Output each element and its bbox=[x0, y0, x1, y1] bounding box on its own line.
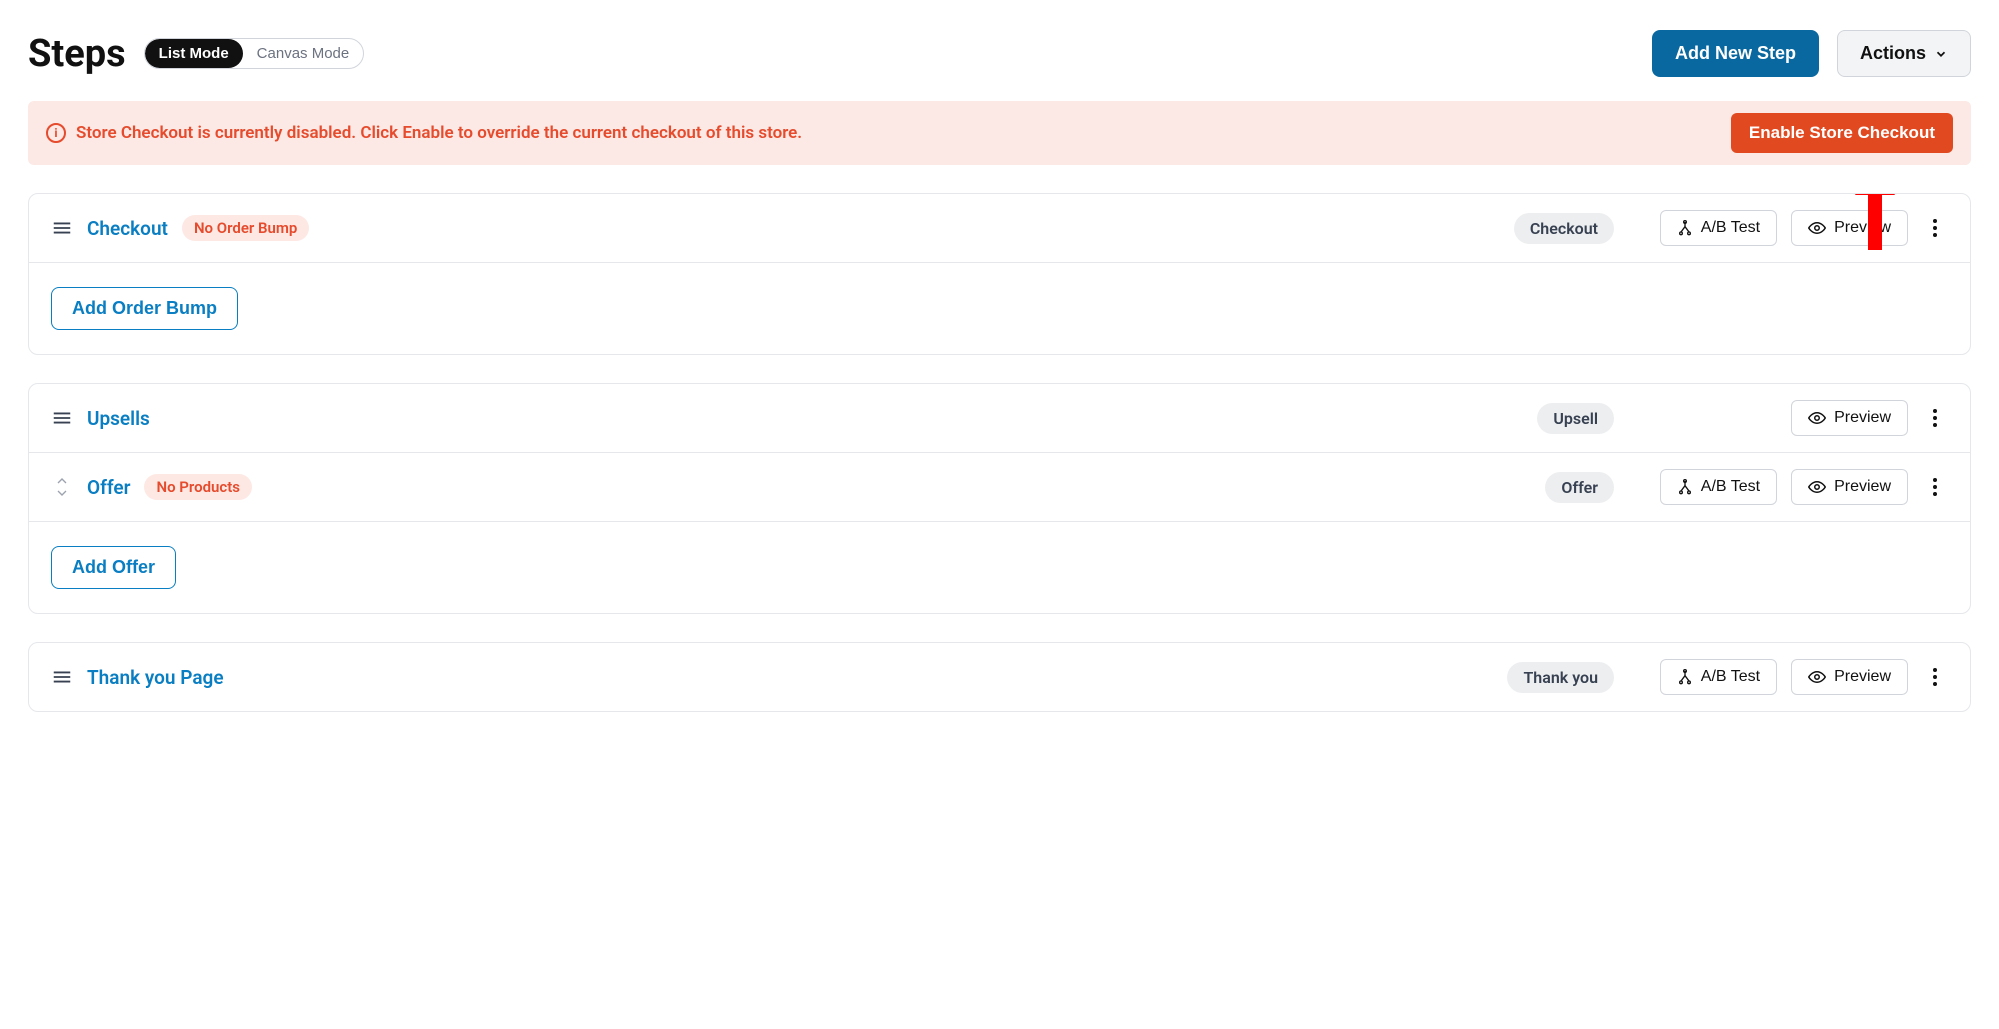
preview-label: Preview bbox=[1834, 219, 1891, 237]
preview-label: Preview bbox=[1834, 668, 1891, 686]
preview-button[interactable]: Preview bbox=[1791, 400, 1908, 436]
more-actions-button[interactable] bbox=[1922, 213, 1948, 243]
preview-label: Preview bbox=[1834, 478, 1891, 496]
chevron-down-icon bbox=[1934, 47, 1948, 61]
view-mode-toggle: List Mode Canvas Mode bbox=[144, 38, 365, 69]
ab-test-icon bbox=[1677, 669, 1693, 685]
add-row: Add Offer bbox=[29, 522, 1970, 613]
type-badge-upsell: Upsell bbox=[1537, 403, 1614, 434]
row-actions: A/B Test Preview bbox=[1628, 659, 1948, 695]
add-new-step-label: Add New Step bbox=[1675, 43, 1796, 64]
ab-test-label: A/B Test bbox=[1701, 668, 1760, 686]
canvas-mode-toggle[interactable]: Canvas Mode bbox=[243, 39, 364, 68]
drag-handle-icon[interactable] bbox=[51, 407, 73, 429]
ab-test-button[interactable]: A/B Test bbox=[1660, 659, 1777, 695]
ab-test-button[interactable]: A/B Test bbox=[1660, 469, 1777, 505]
type-badge-offer: Offer bbox=[1545, 472, 1614, 503]
preview-label: Preview bbox=[1834, 409, 1891, 427]
ab-test-label: A/B Test bbox=[1701, 478, 1760, 496]
preview-button[interactable]: Preview bbox=[1791, 469, 1908, 505]
eye-icon bbox=[1808, 668, 1826, 686]
drag-handle-icon[interactable] bbox=[51, 666, 73, 688]
preview-button[interactable]: Preview bbox=[1791, 210, 1908, 246]
step-row-checkout: Checkout No Order Bump Checkout A/B Test… bbox=[29, 194, 1970, 263]
more-actions-button[interactable] bbox=[1922, 403, 1948, 433]
reorder-arrows[interactable] bbox=[51, 476, 73, 498]
row-actions: Preview bbox=[1628, 400, 1948, 436]
step-card-thank-you: Thank you Page Thank you A/B Test Previe… bbox=[28, 642, 1971, 712]
type-badge-thank-you: Thank you bbox=[1507, 662, 1614, 693]
more-actions-button[interactable] bbox=[1922, 472, 1948, 502]
drag-handle-icon[interactable] bbox=[51, 217, 73, 239]
enable-store-checkout-button[interactable]: Enable Store Checkout bbox=[1731, 113, 1953, 153]
add-offer-button[interactable]: Add Offer bbox=[51, 546, 176, 589]
step-link-upsells[interactable]: Upsells bbox=[87, 407, 150, 430]
step-link-checkout[interactable]: Checkout bbox=[87, 217, 168, 240]
row-actions: A/B Test Preview bbox=[1628, 469, 1948, 505]
eye-icon bbox=[1808, 478, 1826, 496]
alert-message-text: Store Checkout is currently disabled. Cl… bbox=[76, 123, 802, 143]
alert-message-container: i Store Checkout is currently disabled. … bbox=[46, 123, 1719, 143]
page-header: Steps List Mode Canvas Mode Add New Step… bbox=[28, 30, 1971, 77]
ab-test-button[interactable]: A/B Test bbox=[1660, 210, 1777, 246]
step-subrow-offer: Offer No Products Offer A/B Test Preview bbox=[29, 453, 1970, 522]
add-row: Add Order Bump bbox=[29, 263, 1970, 354]
list-mode-toggle[interactable]: List Mode bbox=[145, 39, 243, 68]
warn-badge-no-order-bump: No Order Bump bbox=[182, 215, 309, 241]
eye-icon bbox=[1808, 409, 1826, 427]
preview-button[interactable]: Preview bbox=[1791, 659, 1908, 695]
type-badge-checkout: Checkout bbox=[1514, 213, 1614, 244]
actions-dropdown-button[interactable]: Actions bbox=[1837, 30, 1971, 77]
ab-test-label: A/B Test bbox=[1701, 219, 1760, 237]
step-link-offer[interactable]: Offer bbox=[87, 476, 130, 499]
info-icon: i bbox=[46, 123, 66, 143]
step-row-thank-you: Thank you Page Thank you A/B Test Previe… bbox=[29, 643, 1970, 711]
add-order-bump-button[interactable]: Add Order Bump bbox=[51, 287, 238, 330]
more-actions-button[interactable] bbox=[1922, 662, 1948, 692]
actions-label: Actions bbox=[1860, 43, 1926, 64]
step-card-upsells: Upsells Upsell Preview Offer No Products… bbox=[28, 383, 1971, 614]
step-card-checkout: Checkout No Order Bump Checkout A/B Test… bbox=[28, 193, 1971, 355]
step-row-upsells: Upsells Upsell Preview bbox=[29, 384, 1970, 453]
row-actions: A/B Test Preview bbox=[1628, 210, 1948, 246]
ab-test-icon bbox=[1677, 220, 1693, 236]
ab-test-icon bbox=[1677, 479, 1693, 495]
warn-badge-no-products: No Products bbox=[144, 474, 252, 500]
eye-icon bbox=[1808, 219, 1826, 237]
page-title: Steps bbox=[28, 32, 126, 76]
add-new-step-button[interactable]: Add New Step bbox=[1652, 30, 1819, 77]
step-link-thank-you[interactable]: Thank you Page bbox=[87, 666, 224, 689]
store-checkout-disabled-alert: i Store Checkout is currently disabled. … bbox=[28, 101, 1971, 165]
